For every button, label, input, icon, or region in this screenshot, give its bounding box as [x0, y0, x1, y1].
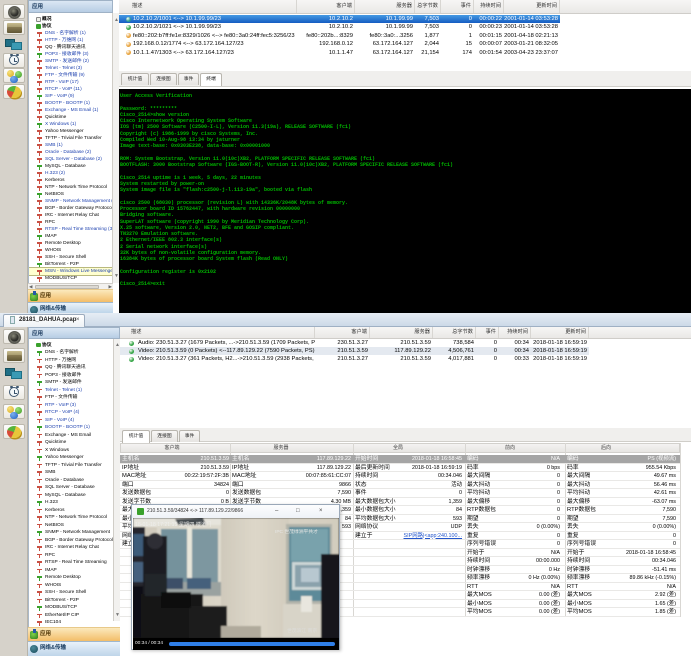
svg-text:IPC 世茂绿洲平共才: IPC 世茂绿洲平共才 [275, 528, 318, 535]
svg-text:世茂滨江 南京: 世茂滨江 南京 [287, 627, 317, 634]
svg-text:18-01-18 17:21:15 星期四 楼道门: 18-01-18 17:21:15 星期四 楼道门 [135, 520, 211, 528]
